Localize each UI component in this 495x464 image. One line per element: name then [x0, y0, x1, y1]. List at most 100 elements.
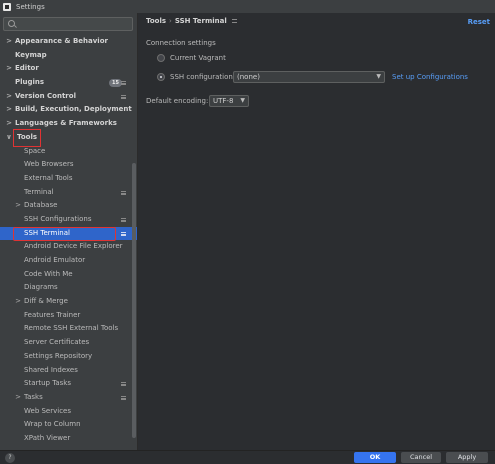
- sidebar-item-label: Tools: [12, 128, 42, 147]
- sidebar-item-build-execution-deployment[interactable]: > Build, Execution, Deployment: [0, 103, 137, 117]
- sidebar-item-plugins[interactable]: Plugins 15: [0, 76, 137, 90]
- chevron-down-icon: ▼: [376, 73, 381, 80]
- search-field[interactable]: [3, 17, 133, 31]
- chevron-right-icon[interactable]: >: [15, 199, 21, 213]
- sidebar-item-server-certificates[interactable]: Server Certificates: [0, 336, 137, 350]
- ok-button[interactable]: OK: [354, 452, 396, 463]
- chevron-right-icon[interactable]: >: [6, 35, 12, 49]
- chevron-right-icon[interactable]: >: [15, 295, 21, 309]
- sidebar-item-android-device-file-explorer[interactable]: Android Device File Explorer: [0, 240, 137, 254]
- sidebar-item-label: Features Trainer: [24, 310, 81, 319]
- sidebar-item-startup-tasks[interactable]: Startup Tasks: [0, 377, 137, 391]
- chevron-right-icon[interactable]: >: [15, 391, 21, 405]
- reset-link[interactable]: Reset: [468, 18, 490, 26]
- sidebar-item-xpath-viewer[interactable]: XPath Viewer: [0, 432, 137, 446]
- sidebar-item-label: Wrap to Column: [24, 420, 81, 429]
- project-settings-icon: [121, 190, 126, 195]
- sidebar-item-label: Diff & Merge: [24, 297, 68, 306]
- sidebar-item-remote-ssh-external-tools[interactable]: Remote SSH External Tools: [0, 322, 137, 336]
- sidebar-scrollbar[interactable]: [132, 163, 136, 438]
- sidebar-item-database[interactable]: > Database: [0, 199, 137, 213]
- chevron-right-icon[interactable]: >: [6, 62, 12, 76]
- sidebar-item-label: SSH Configurations: [24, 214, 92, 223]
- sidebar-item-android-emulator[interactable]: Android Emulator: [0, 254, 137, 268]
- sidebar-item-tools[interactable]: ∨ Tools: [0, 128, 137, 147]
- sidebar-item-external-tools[interactable]: External Tools: [0, 172, 137, 186]
- chevron-right-icon[interactable]: >: [6, 103, 12, 117]
- ssh-configuration-option[interactable]: SSH configuration: [157, 73, 233, 81]
- default-encoding-select[interactable]: UTF-8 ▼: [209, 95, 249, 107]
- sidebar-item-label: Appearance & Behavior: [15, 37, 108, 45]
- sidebar-item-editor[interactable]: > Editor: [0, 62, 137, 76]
- sidebar-item-label: External Tools: [24, 173, 73, 182]
- breadcrumb-parent[interactable]: Tools: [146, 17, 166, 25]
- sidebar-item-features-trainer[interactable]: Features Trainer: [0, 309, 137, 323]
- sidebar-item-label: Code With Me: [24, 269, 73, 278]
- sidebar-item-keymap[interactable]: Keymap: [0, 49, 137, 63]
- search-icon: [8, 20, 15, 27]
- sidebar-item-label: Android Device File Explorer: [24, 242, 123, 251]
- project-settings-icon: [121, 81, 126, 86]
- sidebar-item-label: Shared Indexes: [24, 365, 78, 374]
- sidebar-item-ssh-configurations[interactable]: SSH Configurations: [0, 213, 137, 227]
- project-settings-icon: [121, 217, 126, 222]
- sidebar-item-web-browsers[interactable]: Web Browsers: [0, 158, 137, 172]
- sidebar-item-label: Tasks: [24, 392, 43, 401]
- app-logo-icon: [3, 2, 11, 11]
- chevron-down-icon[interactable]: ∨: [6, 131, 12, 145]
- sidebar-item-label: Space: [24, 146, 46, 155]
- sidebar-item-label: Languages & Frameworks: [15, 119, 117, 128]
- ssh-configuration-select[interactable]: (none) ▼: [233, 71, 385, 83]
- sidebar-item-space[interactable]: Space: [0, 145, 137, 159]
- sidebar-item-label: Version Control: [15, 91, 76, 100]
- sidebar-item-tasks[interactable]: > Tasks: [0, 391, 137, 405]
- sidebar-item-label: XPath Viewer: [24, 433, 71, 442]
- project-settings-icon: [121, 231, 126, 236]
- current-vagrant-radio[interactable]: [157, 54, 165, 62]
- window-title: Settings: [16, 2, 45, 11]
- ssh-configuration-value: (none): [237, 73, 260, 81]
- sidebar-item-web-services[interactable]: Web Services: [0, 405, 137, 419]
- chevron-right-icon[interactable]: >: [6, 90, 12, 104]
- sidebar-item-label: SSH Terminal: [24, 228, 70, 237]
- set-up-configurations-link[interactable]: Set up Configurations: [392, 73, 468, 81]
- sidebar-item-label: Terminal: [24, 187, 54, 196]
- sidebar-item-version-control[interactable]: > Version Control: [0, 90, 137, 104]
- cancel-button[interactable]: Cancel: [401, 452, 441, 463]
- ssh-configuration-label: SSH configuration: [170, 73, 233, 81]
- sidebar-item-wrap-to-column[interactable]: Wrap to Column: [0, 418, 137, 432]
- sidebar-item-label: Web Browsers: [24, 160, 74, 169]
- project-settings-icon: [121, 94, 126, 99]
- sidebar-item-label: Android Emulator: [24, 256, 86, 264]
- breadcrumb: Tools › SSH Terminal: [146, 17, 237, 25]
- project-settings-icon: [231, 19, 237, 23]
- chevron-down-icon: ▼: [240, 97, 245, 104]
- sidebar-item-code-with-me[interactable]: Code With Me: [0, 268, 137, 282]
- help-button[interactable]: ?: [5, 453, 15, 463]
- sidebar-item-label: Remote SSH External Tools: [24, 324, 119, 333]
- sidebar-item-label: Database: [24, 201, 58, 210]
- sidebar-item-label: Web Services: [24, 406, 72, 415]
- sidebar-item-label: Keymap: [15, 50, 47, 59]
- sidebar-item-terminal[interactable]: Terminal: [0, 186, 137, 200]
- sidebar-item-label: Build, Execution, Deployment: [15, 105, 132, 114]
- sidebar-item-label: Startup Tasks: [24, 379, 71, 388]
- settings-tree: > Appearance & Behavior Keymap > Editor Plugi…: [0, 35, 137, 446]
- sidebar-item-label: Plugins: [15, 78, 45, 87]
- breadcrumb-separator: ›: [169, 17, 172, 25]
- sidebar-item-label: Diagrams: [24, 283, 58, 292]
- ssh-configuration-radio[interactable]: [157, 73, 165, 81]
- sidebar-item-settings-repository[interactable]: Settings Repository: [0, 350, 137, 364]
- sidebar-item-ssh-terminal[interactable]: SSH Terminal: [0, 226, 137, 241]
- sidebar-item-diff-merge[interactable]: > Diff & Merge: [0, 295, 137, 309]
- current-vagrant-option[interactable]: Current Vagrant: [157, 54, 226, 62]
- sidebar-item-diagrams[interactable]: Diagrams: [0, 281, 137, 295]
- sidebar-item-shared-indexes[interactable]: Shared Indexes: [0, 364, 137, 378]
- sidebar-item-label: Editor: [15, 64, 39, 73]
- sidebar-item-label: Settings Repository: [24, 351, 93, 360]
- apply-button[interactable]: Apply: [446, 452, 488, 463]
- sidebar-item-appearance-behavior[interactable]: > Appearance & Behavior: [0, 35, 137, 49]
- chevron-right-icon[interactable]: >: [6, 117, 12, 131]
- breadcrumb-current: SSH Terminal: [174, 17, 227, 25]
- sidebar-item-languages-frameworks[interactable]: > Languages & Frameworks: [0, 117, 137, 131]
